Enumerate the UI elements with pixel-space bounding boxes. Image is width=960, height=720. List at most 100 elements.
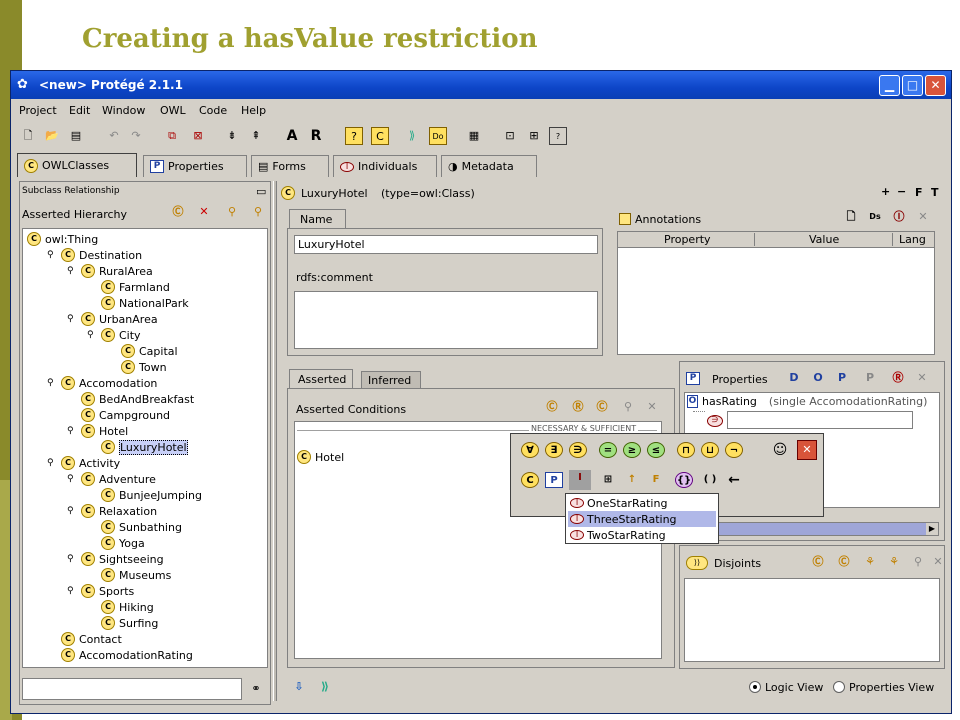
tree-node[interactable]: ⚲ C Relaxation <box>67 503 157 519</box>
find-usage-icon[interactable]: ⚲ <box>250 204 266 220</box>
tree-node[interactable]: C Campground <box>67 407 170 423</box>
insert-datatype-button[interactable]: ⊞ <box>599 472 617 488</box>
tree-node[interactable]: C AccomodationRating <box>47 647 193 663</box>
insert-f-button[interactable]: F <box>647 472 665 488</box>
properties-scrollbar[interactable]: ▶ <box>683 522 939 536</box>
doc-icon[interactable]: Do <box>429 127 447 145</box>
tree-node[interactable]: C Town <box>107 359 167 375</box>
sort-az-icon[interactable]: ⇞ <box>247 127 265 145</box>
tree-node[interactable]: ⚲ C Sports <box>67 583 134 599</box>
enumeration-button[interactable]: {} <box>675 472 693 488</box>
tree-node[interactable]: ⚲ C RuralArea <box>67 263 153 279</box>
tree-node[interactable]: ⚲ C City <box>87 327 141 343</box>
expand-handle-icon[interactable]: ⚲ <box>67 314 77 324</box>
run-icon[interactable]: ⟫ <box>403 127 421 145</box>
maximize-panel-icon[interactable]: ▭ <box>256 185 266 198</box>
tree-node[interactable]: C Museums <box>87 567 171 583</box>
panel-splitter[interactable] <box>273 181 277 701</box>
create-expression-icon[interactable]: Ⓡ <box>570 399 586 415</box>
complement-button[interactable]: ¬ <box>725 442 743 458</box>
tree-node[interactable]: C Contact <box>47 631 122 647</box>
tab-individuals[interactable]: I Individuals <box>333 155 437 177</box>
delete-disjoint-icon[interactable]: ✕ <box>930 554 946 570</box>
t-op-button[interactable]: T <box>931 186 939 199</box>
insert-restriction-button[interactable]: ↑ <box>623 472 641 488</box>
search-condition-icon[interactable]: ⚲ <box>620 399 636 415</box>
search-disjoint-icon[interactable]: ⚲ <box>910 554 926 570</box>
menu-window[interactable]: Window <box>102 104 145 117</box>
delete-condition-icon[interactable]: ✕ <box>644 399 660 415</box>
individual-option[interactable]: I TwoStarRating <box>568 527 716 543</box>
open-project-icon[interactable]: 📂 <box>43 127 61 145</box>
column-property[interactable]: Property <box>664 233 711 246</box>
cardinality-button[interactable]: = <box>599 442 617 458</box>
some-values-from-button[interactable]: ∃ <box>545 442 563 458</box>
close-window-button[interactable]: ✕ <box>925 75 946 96</box>
insert-class-button[interactable]: C <box>521 472 539 488</box>
add-property-icon[interactable]: P <box>834 370 850 386</box>
delete-property-icon[interactable]: ✕ <box>914 370 930 386</box>
tree-node[interactable]: C Farmland <box>87 279 170 295</box>
tree-node[interactable]: C Sunbathing <box>87 519 182 535</box>
expand-handle-icon[interactable]: ⚲ <box>87 330 97 340</box>
import-icon[interactable]: ⇩ <box>291 679 307 695</box>
export-icon[interactable]: ⊡ <box>501 127 519 145</box>
add-annotation-icon[interactable]: 🗋 <box>843 209 859 225</box>
condition-row[interactable]: C Hotel <box>297 450 344 464</box>
delete-icon[interactable]: ⊠ <box>189 127 207 145</box>
class-search-input[interactable] <box>22 678 242 700</box>
tab-inferred[interactable]: Inferred <box>361 371 421 389</box>
tree-node[interactable]: Cowl:Thing <box>27 231 98 247</box>
create-restriction-icon[interactable]: Ⓒ <box>544 399 560 415</box>
class-name-field[interactable] <box>294 235 598 254</box>
report-icon[interactable]: ▦ <box>465 127 483 145</box>
expand-handle-icon[interactable]: ⚲ <box>67 506 77 516</box>
scroll-right-arrow-icon[interactable]: ▶ <box>926 523 938 535</box>
remove-siblings-disjoint-icon[interactable]: ⚘ <box>886 554 902 570</box>
restriction-value-input[interactable] <box>727 411 913 429</box>
column-lang[interactable]: Lang <box>892 233 926 246</box>
binoculars-icon[interactable]: ⚭ <box>248 681 264 697</box>
remove-op-button[interactable]: − <box>897 185 906 198</box>
individual-option[interactable]: I OneStarRating <box>568 495 716 511</box>
tree-node[interactable]: C Capital <box>107 343 178 359</box>
tree-node[interactable]: C LuxuryHotel <box>87 439 188 455</box>
has-value-button[interactable]: ∋ <box>569 442 587 458</box>
tree-node[interactable]: C Hiking <box>87 599 154 615</box>
parentheses-button[interactable]: ( ) <box>701 472 719 488</box>
maximize-button[interactable]: □ <box>902 75 923 96</box>
property-row[interactable]: O hasRating (single AccomodationRating) <box>687 395 927 408</box>
add-class-disjoint-icon[interactable]: Ⓒ <box>836 554 852 570</box>
expand-handle-icon[interactable]: ⚲ <box>67 426 77 436</box>
add-op-button[interactable]: + <box>881 185 890 198</box>
tab-metadata[interactable]: ◑ Metadata <box>441 155 537 177</box>
individual-option[interactable]: I ThreeStarRating <box>568 511 716 527</box>
f-op-button[interactable]: F <box>915 186 923 199</box>
tab-forms[interactable]: ▤ Forms <box>251 155 329 177</box>
redo-icon[interactable]: ↷ <box>127 127 145 145</box>
tree-node[interactable]: ⚲ C Hotel <box>67 423 128 439</box>
add-individual-annotation-icon[interactable]: Ⓘ <box>891 209 907 225</box>
max-cardinality-button[interactable]: ≤ <box>647 442 665 458</box>
find-class-icon[interactable]: ⚲ <box>224 204 240 220</box>
class-icon[interactable]: C <box>371 127 389 145</box>
tree-node[interactable]: ⚲ C UrbanArea <box>67 311 158 327</box>
wizard-icon[interactable]: ☺ <box>771 442 789 458</box>
menu-code[interactable]: Code <box>199 104 227 117</box>
tree-node[interactable]: C BunjeeJumping <box>87 487 202 503</box>
tree-node[interactable]: ⚲ C Adventure <box>67 471 156 487</box>
intersection-button[interactable]: ⊓ <box>677 442 695 458</box>
column-value[interactable]: Value <box>754 233 839 246</box>
tab-asserted[interactable]: Asserted <box>289 369 353 389</box>
run-classify-icon[interactable]: ⟫ <box>317 679 333 695</box>
menu-owl[interactable]: OWL <box>160 104 186 117</box>
tree-node[interactable]: ⚲ C Sightseeing <box>67 551 164 567</box>
min-cardinality-button[interactable]: ≥ <box>623 442 641 458</box>
help-icon[interactable]: ? <box>549 127 567 145</box>
sort-icon[interactable]: ⇟ <box>223 127 241 145</box>
add-siblings-disjoint-icon[interactable]: ⚘ <box>862 554 878 570</box>
properties-view-radio[interactable] <box>833 681 845 693</box>
all-values-from-button[interactable]: ∀ <box>521 442 539 458</box>
backspace-button[interactable]: ← <box>725 472 743 488</box>
save-project-icon[interactable]: ▤ <box>67 127 85 145</box>
